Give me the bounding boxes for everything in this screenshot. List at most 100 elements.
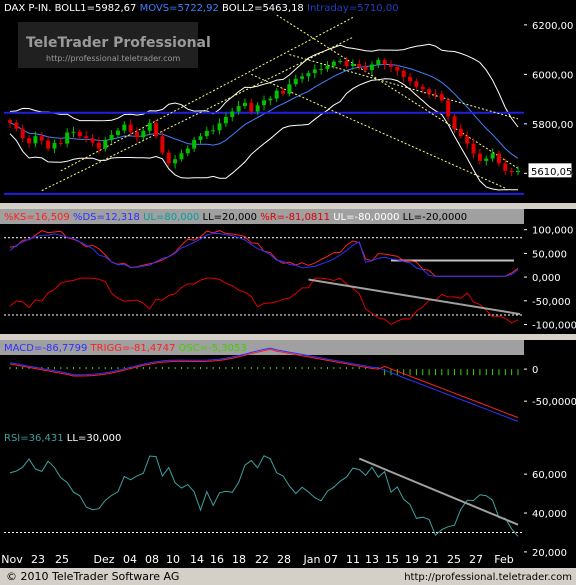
- y-tick-label: 6200,00: [532, 21, 573, 32]
- candle-body: [376, 60, 381, 65]
- candle-body: [166, 152, 171, 164]
- candle-body: [319, 68, 324, 70]
- y-tick-label: 40,000: [532, 509, 567, 520]
- x-tick-label: 10: [166, 553, 180, 566]
- legend-entry: TRIGG=-81,4747: [87, 343, 175, 354]
- candle-body: [90, 138, 95, 143]
- candle-body: [96, 142, 101, 149]
- y-tick-label: 60,000: [532, 470, 567, 481]
- y-tick-label: 20,000: [532, 548, 567, 559]
- legend-entry: UL=-80,0000: [330, 212, 399, 223]
- candle-body: [452, 116, 457, 129]
- candle-body: [179, 153, 184, 160]
- candle-body: [427, 89, 432, 94]
- x-tick-label: 19: [405, 553, 419, 566]
- candle-body: [185, 148, 190, 154]
- legend-entry: %DS=12,318: [70, 212, 140, 223]
- y-tick-label: 100,000: [532, 226, 573, 237]
- candle-body: [281, 90, 286, 94]
- candle-body: [211, 130, 216, 132]
- candle-body: [496, 153, 501, 164]
- x-tick-label: Feb: [494, 553, 513, 566]
- candle-body: [71, 131, 76, 133]
- legend-text: %KS=16,509 %DS=12,318 UL=80,000 LL=20,00…: [4, 212, 467, 223]
- candle-body: [14, 122, 19, 129]
- candle-body: [230, 111, 235, 117]
- candle-body: [408, 76, 413, 82]
- candle-body: [65, 132, 70, 144]
- chart-canvas: DAX P-IN. BOLL1=5982,67 MOVS=5722,92 BOL…: [0, 0, 576, 583]
- legend-entry: RSI=36,431: [4, 433, 64, 444]
- candle-body: [204, 130, 209, 137]
- candle-body: [503, 163, 508, 171]
- x-tick-label: 08: [145, 553, 159, 566]
- candle-body: [331, 61, 336, 66]
- candle-body: [490, 153, 495, 159]
- candle-body: [484, 158, 489, 161]
- candle-body: [369, 64, 374, 70]
- candle-body: [287, 84, 292, 94]
- y-tick-label: 6000,00: [532, 70, 573, 81]
- candle-body: [154, 123, 159, 137]
- candle-body: [255, 105, 260, 112]
- candle-body: [103, 139, 108, 149]
- candle-body: [300, 76, 305, 79]
- candle-body: [115, 130, 120, 135]
- candle-body: [223, 116, 228, 124]
- candle-body: [439, 94, 444, 101]
- candle-body: [477, 153, 482, 161]
- axis-area: [524, 340, 576, 430]
- x-tick-label: Dez: [93, 553, 114, 566]
- x-tick-label: 07: [324, 553, 338, 566]
- candle-body: [8, 120, 12, 123]
- x-tick-label: 18: [232, 553, 246, 566]
- chart-window: DAX P-IN. BOLL1=5982,67 MOVS=5722,92 BOL…: [0, 0, 576, 585]
- candle-body: [344, 61, 349, 66]
- candle-body: [357, 63, 362, 67]
- candle-body: [122, 124, 127, 131]
- candle-body: [58, 142, 63, 144]
- legend-entry: BOLL2=5463,18: [219, 3, 304, 14]
- legend-entry: %KS=16,509: [4, 212, 70, 223]
- candle-body: [128, 124, 133, 132]
- legend-entry: Intraday=5710,00: [304, 3, 399, 14]
- legend-text: MACD=-86,7799 TRIGG=-81,4747 OSC=-5,3053: [4, 343, 247, 354]
- x-tick-label: 25: [447, 553, 461, 566]
- x-tick-label: 16: [210, 553, 224, 566]
- candle-body: [414, 81, 419, 87]
- candle-body: [471, 143, 476, 154]
- candle-body: [363, 66, 368, 70]
- plot-area: [0, 355, 524, 430]
- candle-body: [465, 136, 470, 144]
- candle-body: [77, 131, 82, 137]
- x-tick-label: 27: [469, 553, 483, 566]
- candle-body: [420, 86, 425, 90]
- x-tick-label: 15: [385, 553, 399, 566]
- legend-entry: MOVS=5722,92: [136, 3, 218, 14]
- candle-body: [198, 136, 203, 140]
- candle-body: [192, 139, 197, 149]
- candle-body: [141, 130, 146, 138]
- y-tick-label: 50,000: [532, 249, 567, 260]
- x-tick-label: Jan: [303, 553, 321, 566]
- candle-body: [46, 140, 51, 149]
- y-tick-label: -100,000: [532, 321, 576, 332]
- x-tick-label: 25: [55, 553, 69, 566]
- candle-body: [268, 98, 273, 101]
- candle-body: [39, 136, 44, 141]
- x-tick-label: 28: [277, 553, 291, 566]
- candle-body: [217, 123, 222, 131]
- legend-entry: UL=80,000: [140, 212, 199, 223]
- candle-body: [458, 128, 463, 137]
- candle-body: [306, 73, 311, 77]
- legend-entry: LL=-20,0000: [399, 212, 467, 223]
- candle-body: [33, 136, 38, 144]
- x-tick-label: 14: [190, 553, 204, 566]
- footer-copyright: © 2010 TeleTrader Software AG: [6, 570, 179, 583]
- legend-entry: %R=-81,0811: [257, 212, 330, 223]
- legend-entry: LL=20,000: [199, 212, 257, 223]
- x-tick-label: 04: [123, 553, 137, 566]
- x-tick-label: 11: [346, 553, 360, 566]
- legend-text: RSI=36,431 LL=30,000: [4, 433, 121, 444]
- candle-body: [433, 93, 438, 95]
